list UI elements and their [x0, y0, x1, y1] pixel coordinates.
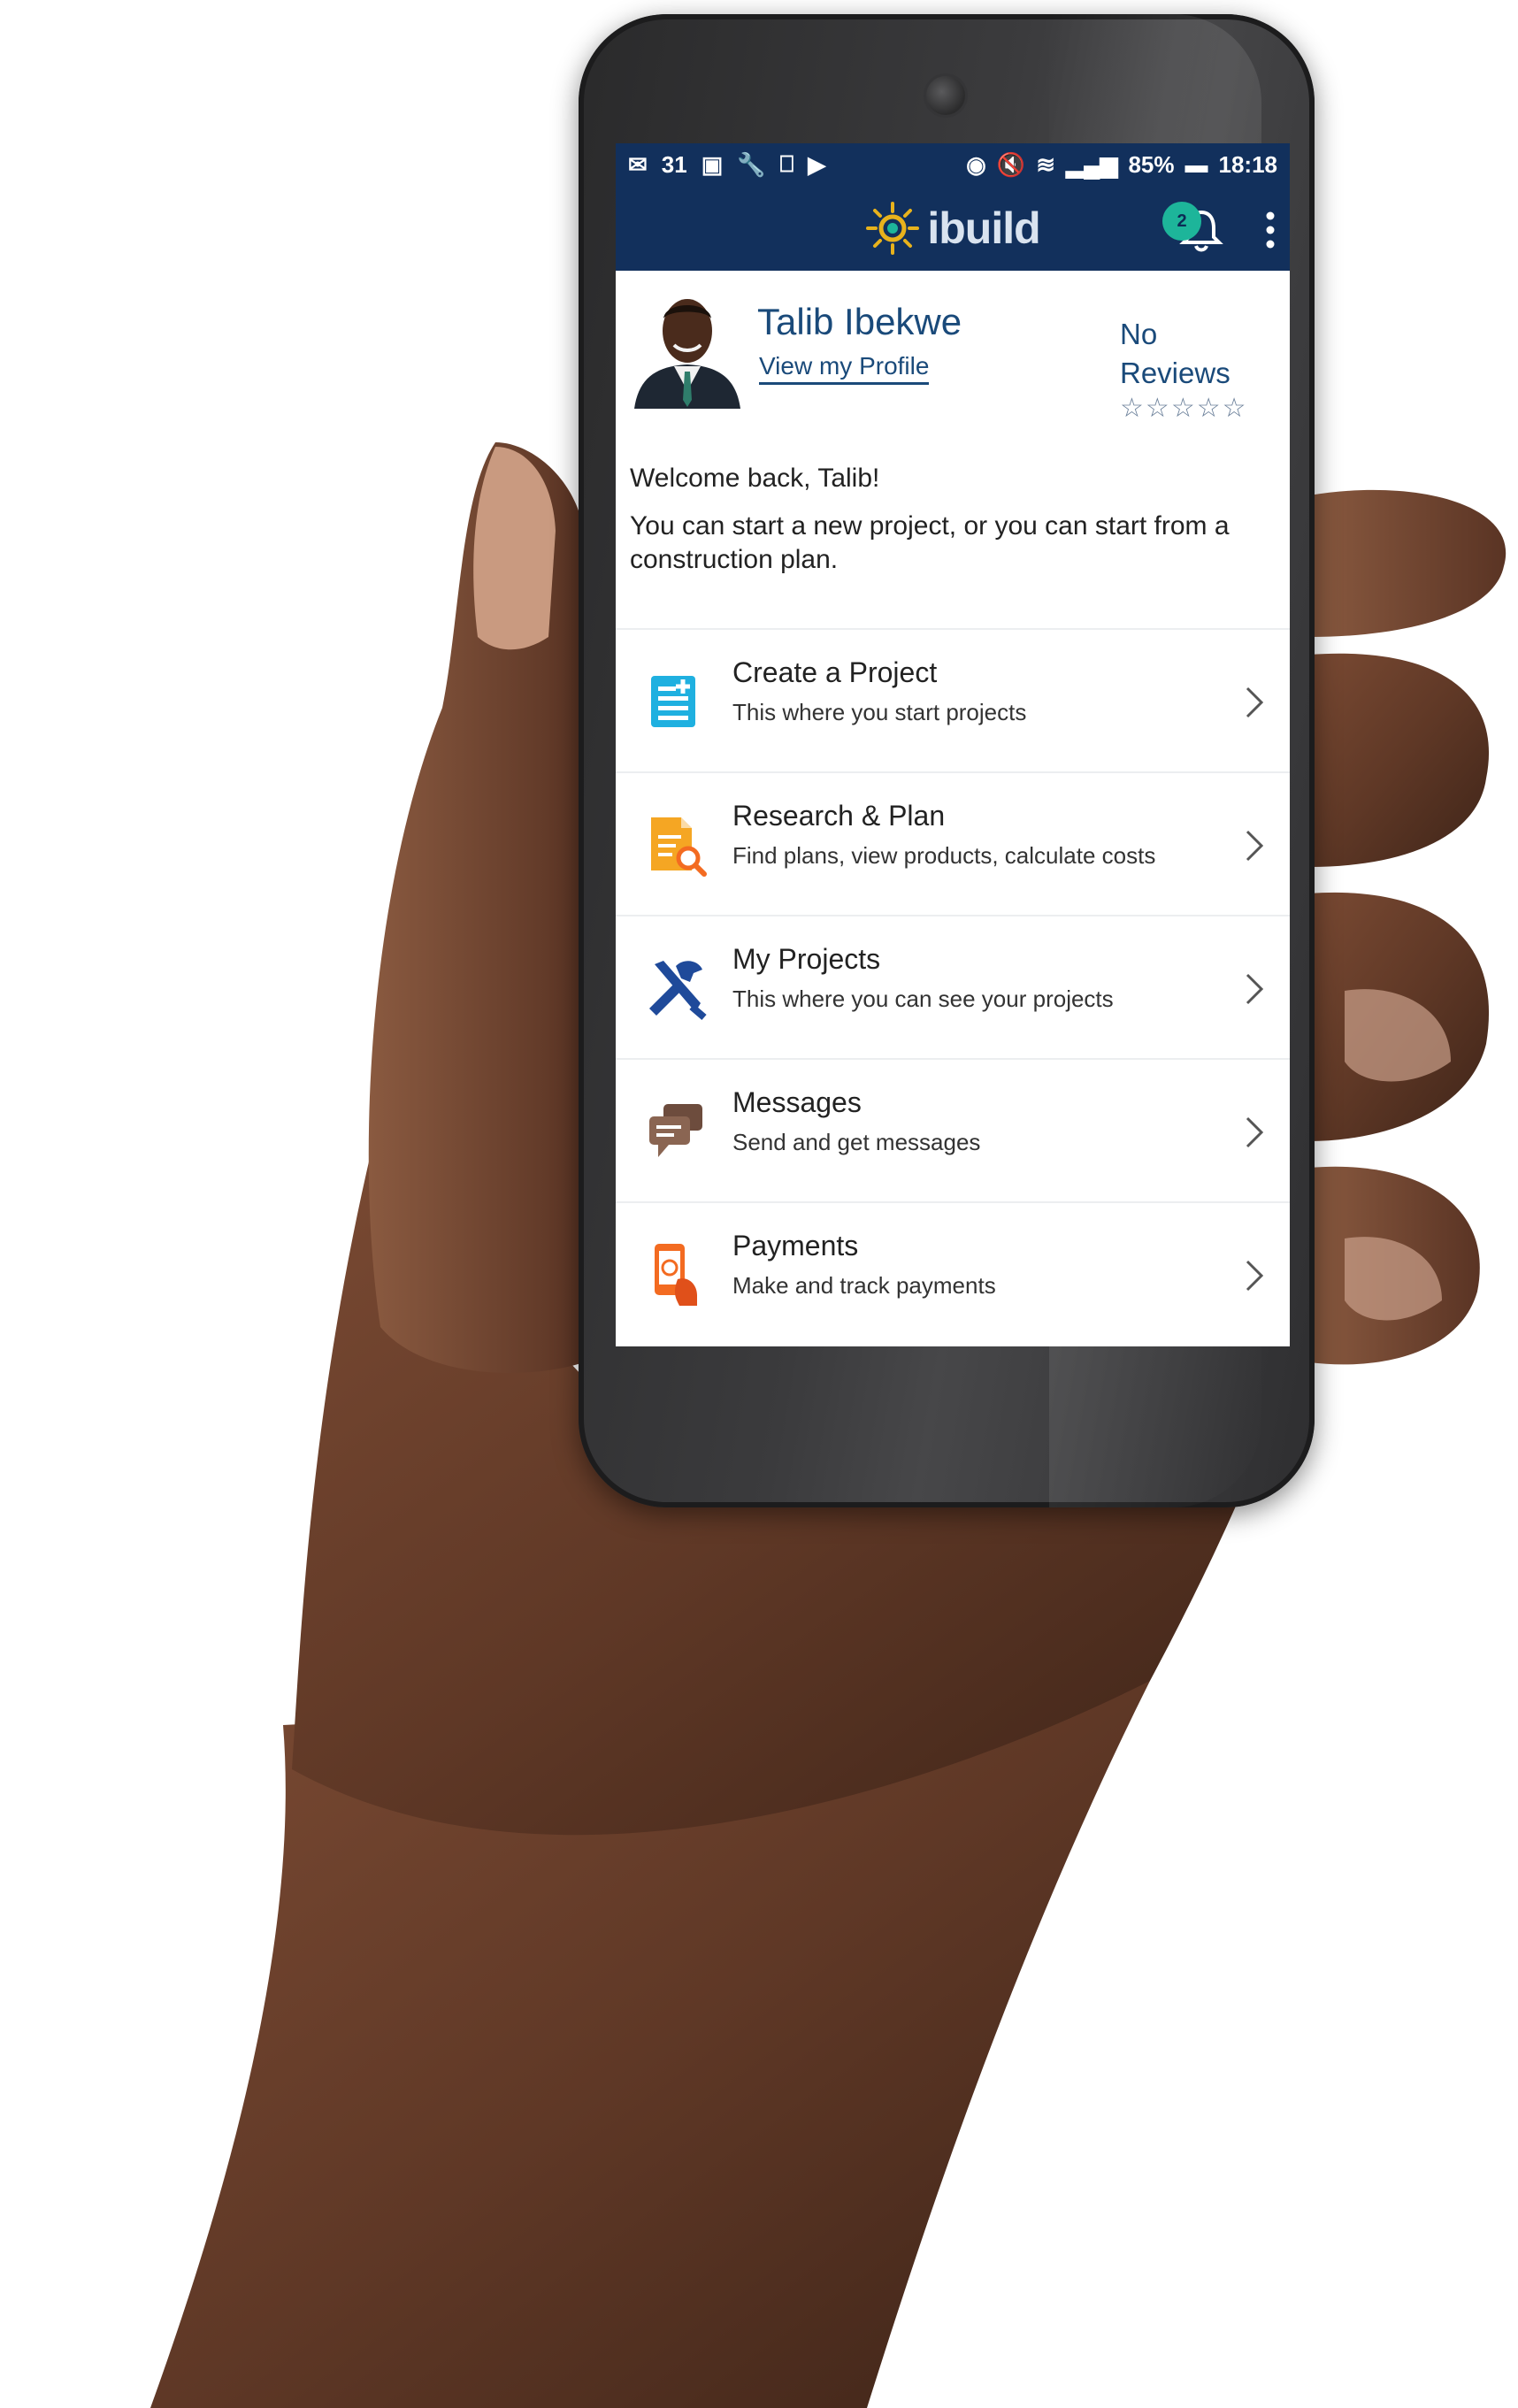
menu-item-subtitle: Send and get messages	[732, 1129, 981, 1155]
profile-name: Talib Ibekwe	[757, 301, 962, 342]
front-camera	[926, 76, 965, 115]
welcome-intro: You can start a new project, or you can …	[630, 511, 1230, 574]
reviews-label: No Reviews	[1120, 315, 1253, 393]
wrench-icon: 🔧	[737, 150, 766, 178]
clock: 18:18	[1218, 150, 1278, 178]
menu-item-title: Messages	[732, 1086, 862, 1118]
reviews-line-1: No	[1120, 318, 1158, 350]
menu-item-title: Research & Plan	[732, 800, 946, 832]
menu-item-messages[interactable]: Messages Send and get messages	[616, 1058, 1290, 1201]
star-icon: ☆	[1170, 394, 1195, 423]
status-bar: ✉ 31 ▣ 🔧 ⎕ ▶ ◉ 🔇 ≋ ▂▄▆ 85% ▬ 18:18	[616, 143, 1290, 186]
menu-item-subtitle: Make and track payments	[732, 1272, 996, 1299]
star-icon: ☆	[1120, 394, 1144, 423]
star-icon: ☆	[1196, 394, 1221, 423]
research-plan-icon	[651, 817, 707, 877]
chevron-right-icon	[1246, 973, 1264, 1005]
messages-icon	[649, 1104, 702, 1157]
star-rating: ☆ ☆ ☆ ☆ ☆	[1120, 393, 1246, 424]
create-project-icon	[651, 676, 695, 727]
star-icon: ☆	[1145, 394, 1169, 423]
calendar-alt-icon: ▣	[701, 150, 724, 178]
wifi-icon: ≋	[1036, 150, 1056, 178]
menu-item-subtitle: This where you can see your projects	[732, 985, 1114, 1012]
signal-icon: ▂▄▆	[1066, 150, 1118, 178]
payments-icon	[655, 1244, 697, 1306]
play-icon: ▶	[808, 150, 826, 178]
star-icon: ☆	[1222, 394, 1246, 423]
mute-icon: 🔇	[996, 150, 1026, 178]
phone-device: ✉ 31 ▣ 🔧 ⎕ ▶ ◉ 🔇 ≋ ▂▄▆ 85% ▬ 18:18 ibuil…	[579, 14, 1315, 1507]
battery-icon: ▬	[1184, 150, 1208, 178]
sync-icon: ◉	[966, 150, 986, 178]
notification-icon: ✉	[628, 150, 648, 178]
main-menu: Create a Project This where you start pr…	[616, 628, 1290, 1345]
chevron-right-icon	[1246, 830, 1264, 862]
logo-text: ibuild	[927, 203, 1040, 253]
more-options-icon[interactable]	[1261, 211, 1279, 249]
menu-item-title: Create a Project	[732, 656, 938, 688]
menu-item-my-projects[interactable]: My Projects This where you can see your …	[616, 915, 1290, 1058]
view-profile-link[interactable]: View my Profile	[759, 352, 930, 385]
menu-item-payments[interactable]: Payments Make and track payments	[616, 1201, 1290, 1345]
profile-section: Talib Ibekwe View my Profile No Reviews …	[616, 271, 1290, 464]
chevron-right-icon	[1246, 1116, 1264, 1148]
phone-screen: ✉ 31 ▣ 🔧 ⎕ ▶ ◉ 🔇 ≋ ▂▄▆ 85% ▬ 18:18 ibuil…	[616, 143, 1290, 1346]
screen-icon: ⎕	[779, 150, 794, 177]
avatar[interactable]	[630, 285, 745, 409]
menu-item-create-project[interactable]: Create a Project This where you start pr…	[616, 628, 1290, 771]
ibuild-logo[interactable]: ibuild	[865, 201, 1041, 256]
chevron-right-icon	[1246, 686, 1264, 718]
menu-item-title: My Projects	[732, 943, 881, 975]
menu-item-title: Payments	[732, 1230, 859, 1262]
chevron-right-icon	[1246, 1260, 1264, 1292]
battery-percent: 85%	[1128, 150, 1175, 178]
notification-badge[interactable]: 2	[1162, 202, 1201, 241]
calendar-icon: 31	[661, 150, 687, 178]
welcome-heading: Welcome back, Talib!	[630, 464, 880, 493]
reviews-line-2: Reviews	[1120, 357, 1230, 389]
tools-icon	[649, 961, 707, 1021]
sun-logo-icon	[866, 202, 920, 255]
menu-item-research-plan[interactable]: Research & Plan Find plans, view product…	[616, 771, 1290, 915]
menu-item-subtitle: This where you start projects	[732, 699, 1027, 725]
menu-item-subtitle: Find plans, view products, calculate cos…	[732, 842, 1156, 869]
app-bar: ibuild 2	[616, 186, 1290, 271]
